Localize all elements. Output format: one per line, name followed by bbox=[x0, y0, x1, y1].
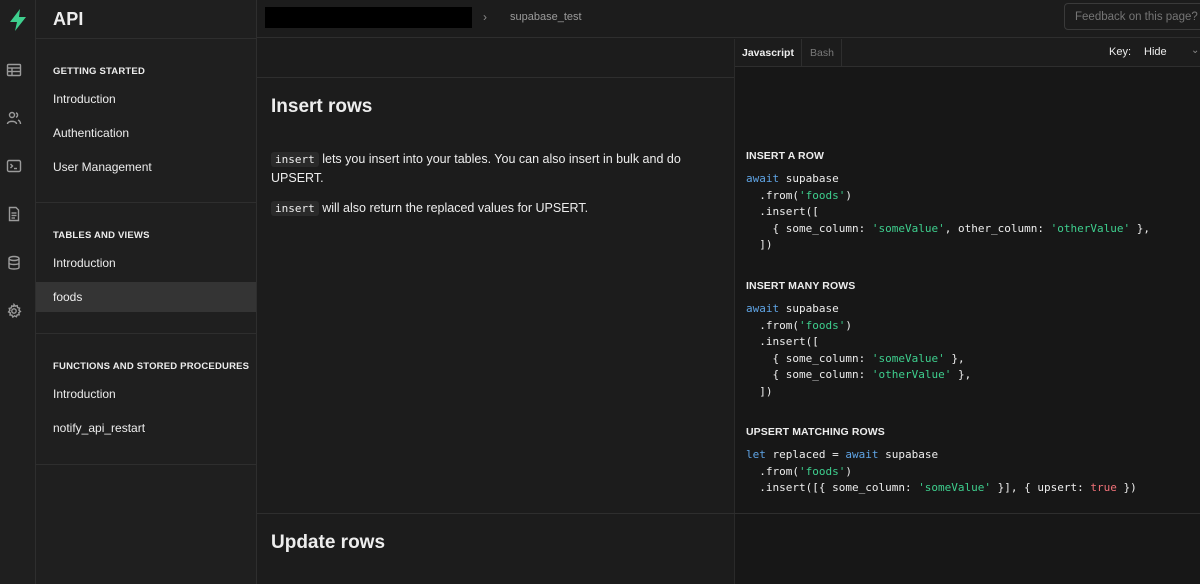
section-heading-getting-started: GETTING STARTED bbox=[53, 66, 146, 77]
example-title-upsert: UPSERT MATCHING ROWS bbox=[746, 426, 885, 438]
document-icon[interactable] bbox=[6, 206, 22, 222]
terminal-icon[interactable] bbox=[6, 158, 22, 174]
divider bbox=[36, 202, 256, 203]
bolt-logo-icon[interactable] bbox=[5, 7, 31, 33]
divider bbox=[36, 333, 256, 334]
code-block-insert-row: await supabase .from('foods') .insert([ … bbox=[746, 172, 1151, 251]
section-title-insert-rows: Insert rows bbox=[271, 96, 373, 117]
chevron-right-icon: › bbox=[483, 10, 487, 24]
sidebar-item-introduction[interactable]: Introduction bbox=[36, 84, 256, 114]
section-divider bbox=[257, 513, 1200, 514]
tab-javascript[interactable]: Javascript bbox=[735, 39, 802, 67]
section-heading-tables-and-views: TABLES AND VIEWS bbox=[53, 230, 150, 241]
description-text: lets you insert into your tables. You ca… bbox=[271, 152, 681, 185]
insert-description: insert lets you insert into your tables.… bbox=[271, 150, 711, 188]
sidebar-item-user-management[interactable]: User Management bbox=[36, 152, 256, 182]
key-select[interactable]: Hide bbox=[1144, 46, 1167, 58]
docs-content: Insert rows insert lets you insert into … bbox=[257, 39, 734, 584]
gear-icon[interactable] bbox=[6, 302, 22, 319]
inline-code: insert bbox=[271, 201, 319, 216]
inline-code: insert bbox=[271, 152, 319, 167]
note-text: will also return the replaced values for… bbox=[318, 201, 589, 215]
breadcrumb-project[interactable]: supabase_test bbox=[510, 11, 582, 23]
top-bar: › supabase_test bbox=[257, 0, 1200, 38]
tab-bash[interactable]: Bash bbox=[803, 39, 842, 67]
section-title-update-rows: Update rows bbox=[271, 532, 386, 553]
chevron-down-icon[interactable]: ⌄ bbox=[1191, 45, 1199, 56]
icon-rail bbox=[0, 0, 36, 584]
divider bbox=[36, 464, 256, 465]
key-label: Key: bbox=[1109, 46, 1132, 58]
divider bbox=[257, 77, 734, 78]
table-icon[interactable] bbox=[6, 62, 22, 78]
divider bbox=[36, 38, 256, 39]
feedback-input[interactable] bbox=[1064, 3, 1200, 30]
sidebar-item-tables-introduction[interactable]: Introduction bbox=[36, 248, 256, 278]
database-icon[interactable] bbox=[6, 255, 22, 271]
sidebar-item-foods[interactable]: foods bbox=[36, 282, 256, 312]
code-block-upsert: let replaced = await supabase .from('foo… bbox=[746, 448, 1137, 494]
sidebar-item-authentication[interactable]: Authentication bbox=[36, 118, 256, 148]
code-block-insert-many: await supabase .from('foods') .insert([ … bbox=[746, 302, 972, 398]
language-bar: Javascript Bash Key: Hide ⌄ bbox=[735, 39, 1200, 67]
example-title-insert-many: INSERT MANY ROWS bbox=[746, 280, 856, 292]
insert-upsert-note: insert will also return the replaced val… bbox=[271, 199, 711, 218]
sidebar-title: API bbox=[53, 9, 84, 29]
sidebar: API GETTING STARTED Introduction Authent… bbox=[36, 0, 257, 584]
sidebar-item-notify-api-restart[interactable]: notify_api_restart bbox=[36, 413, 256, 443]
sidebar-item-functions-introduction[interactable]: Introduction bbox=[36, 379, 256, 409]
example-title-insert-row: INSERT A ROW bbox=[746, 150, 825, 162]
section-heading-functions: FUNCTIONS AND STORED PROCEDURES bbox=[53, 361, 250, 372]
code-pane: Javascript Bash Key: Hide ⌄ INSERT A ROW… bbox=[734, 39, 1200, 584]
redacted-breadcrumb bbox=[265, 7, 472, 28]
users-icon[interactable] bbox=[6, 110, 22, 126]
